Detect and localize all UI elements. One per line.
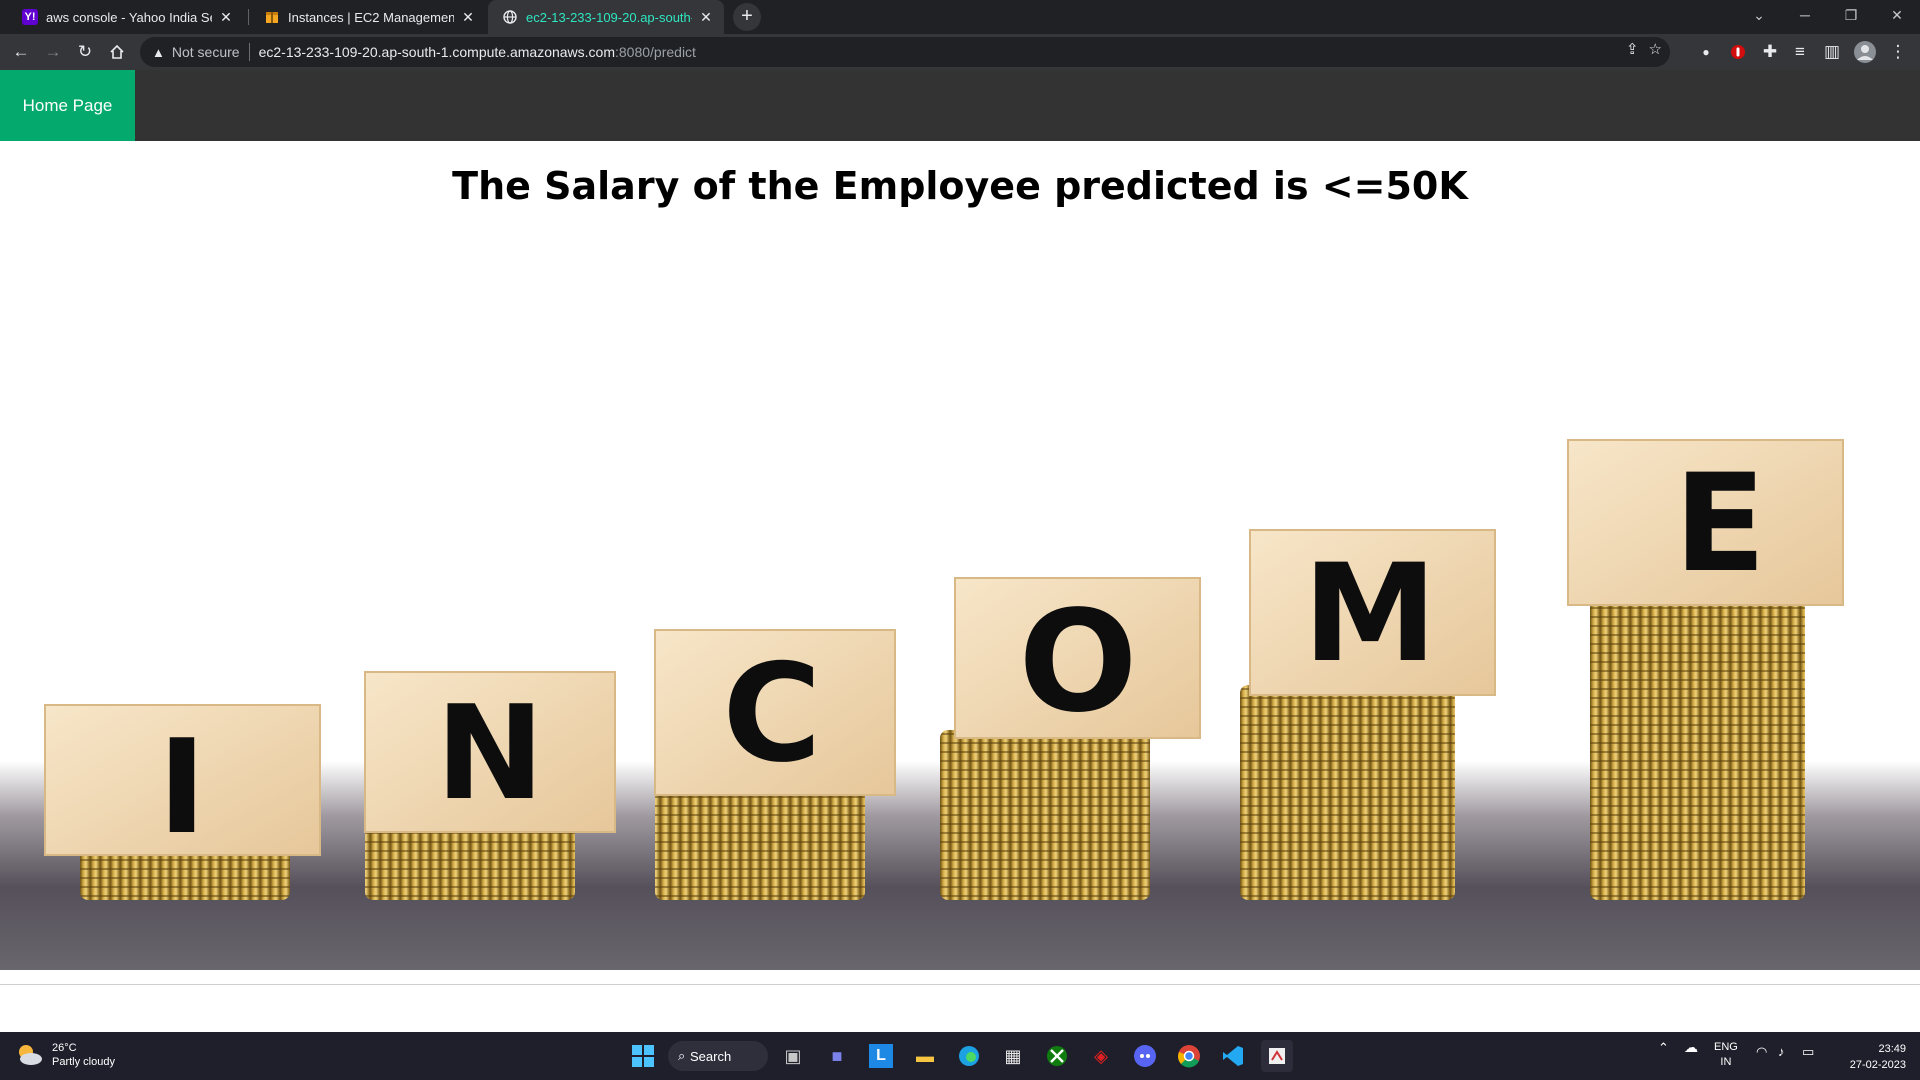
letter-block-i: I: [44, 704, 321, 863]
address-separator: [248, 43, 250, 61]
weather-desc: Partly cloudy: [52, 1056, 115, 1068]
close-tab-icon[interactable]: ✕: [218, 9, 234, 26]
battery-icon[interactable]: ▭: [1802, 1044, 1814, 1059]
profile-avatar[interactable]: [1853, 40, 1877, 64]
adblock-icon[interactable]: [1726, 40, 1750, 64]
tab-title: ec2-13-233-109-20.ap-south-1.compute.ama…: [526, 9, 692, 25]
browser-tab-strip: Y! aws console - Yahoo India Search ✕ In…: [0, 0, 1920, 34]
letter-block-m: M: [1249, 529, 1496, 696]
svg-text:E: E: [1674, 445, 1766, 602]
vscode-icon[interactable]: [1217, 1040, 1249, 1072]
edge-browser-icon[interactable]: [953, 1040, 985, 1072]
launcher-l-icon[interactable]: L: [865, 1040, 897, 1072]
letter-block-n: N: [364, 671, 616, 833]
extensions-puzzle-icon[interactable]: ✚: [1758, 40, 1782, 64]
tab-separator: [248, 9, 249, 25]
minimize-button[interactable]: ─: [1782, 0, 1828, 30]
windows-taskbar: 26°C Partly cloudy ⌕ Search ▣ ■ L ▬ ▦ ◈ …: [0, 1032, 1920, 1080]
weather-temp: 26°C: [52, 1042, 77, 1054]
back-icon[interactable]: ←: [9, 40, 33, 64]
search-icon: ⌕: [678, 1048, 686, 1063]
globe-icon: [502, 9, 518, 25]
url-path: :8080/predict: [615, 44, 696, 60]
forward-icon[interactable]: →: [41, 40, 65, 64]
region-code: IN: [1720, 1056, 1732, 1068]
weather-widget[interactable]: 26°C Partly cloudy: [14, 1040, 115, 1070]
address-bar-actions: ⇪ ☆: [1626, 40, 1662, 58]
reload-icon[interactable]: ↻: [73, 40, 97, 64]
discord-icon[interactable]: [1129, 1040, 1161, 1072]
tab-ec2-console[interactable]: Instances | EC2 Management Console ✕: [250, 0, 486, 34]
chrome-icon[interactable]: [1173, 1040, 1205, 1072]
volume-icon[interactable]: ♪: [1778, 1044, 1785, 1059]
aws-box-icon: [264, 9, 280, 25]
task-view-icon[interactable]: ▣: [777, 1040, 809, 1072]
onedrive-cloud-icon[interactable]: ☁: [1684, 1040, 1698, 1055]
search-label: Search: [690, 1048, 732, 1064]
menu-kebab-icon[interactable]: ⋮: [1886, 40, 1910, 64]
snipping-tool-icon[interactable]: [1261, 1040, 1293, 1072]
bookmark-star-icon[interactable]: ☆: [1649, 40, 1662, 58]
file-explorer-icon[interactable]: ▬: [909, 1040, 941, 1072]
language-indicator[interactable]: ENG IN: [1714, 1040, 1738, 1070]
tab-yahoo-search[interactable]: Y! aws console - Yahoo India Search ✕: [8, 0, 244, 34]
share-icon[interactable]: ⇪: [1626, 40, 1639, 58]
top-navbar: Home Page: [0, 70, 1920, 141]
taskbar-search[interactable]: ⌕ Search: [668, 1041, 768, 1071]
tab-title: aws console - Yahoo India Search: [46, 9, 212, 25]
tab-search-icon[interactable]: ⌄: [1736, 0, 1782, 30]
microsoft-store-icon[interactable]: ▦: [997, 1040, 1029, 1072]
new-tab-button[interactable]: +: [733, 3, 761, 31]
wifi-icon[interactable]: ◠: [1756, 1044, 1767, 1059]
partly-cloudy-icon: [14, 1040, 44, 1070]
url-host: ec2-13-233-109-20.ap-south-1.compute.ama…: [258, 44, 615, 60]
page-divider: [0, 984, 1920, 985]
language-code: ENG: [1714, 1041, 1738, 1053]
letter-block-o: O: [954, 577, 1201, 744]
yahoo-icon: Y!: [22, 9, 38, 25]
system-clock[interactable]: 23:49 27-02-2023: [1850, 1041, 1906, 1073]
teams-chat-icon[interactable]: ■: [821, 1040, 853, 1072]
restore-button[interactable]: ❐: [1828, 0, 1874, 30]
side-panel-icon[interactable]: ▥: [1820, 40, 1844, 64]
svg-text:I: I: [158, 711, 206, 863]
windows-start-icon[interactable]: [627, 1040, 659, 1072]
letter-block-e: E: [1567, 439, 1844, 606]
extension-icon[interactable]: ●: [1694, 40, 1718, 64]
warning-icon: ▲: [152, 44, 165, 60]
nav-home-link[interactable]: Home Page: [0, 70, 135, 141]
prediction-result-heading: The Salary of the Employee predicted is …: [452, 164, 1468, 208]
svg-text:O: O: [1018, 581, 1137, 744]
svg-text:C: C: [722, 635, 821, 792]
clock-time: 23:49: [1878, 1043, 1906, 1055]
tab-prediction-page[interactable]: ec2-13-233-109-20.ap-south-1.compute.ama…: [488, 0, 724, 34]
svg-text:M: M: [1303, 535, 1437, 692]
tab-title: Instances | EC2 Management Console: [288, 9, 454, 25]
income-hero-image: I N C O M E: [0, 420, 1920, 970]
svg-text:N: N: [436, 677, 545, 829]
reading-list-icon[interactable]: ≡: [1788, 40, 1812, 64]
mcafee-icon[interactable]: ◈: [1085, 1040, 1117, 1072]
xbox-icon[interactable]: [1041, 1040, 1073, 1072]
close-tab-icon[interactable]: ✕: [460, 9, 476, 26]
home-icon[interactable]: [105, 40, 129, 64]
close-tab-icon[interactable]: ✕: [698, 9, 714, 26]
security-status[interactable]: Not secure: [172, 44, 240, 60]
clock-date: 27-02-2023: [1849, 1059, 1906, 1071]
show-hidden-icons[interactable]: ⌃: [1658, 1040, 1669, 1055]
close-window-button[interactable]: ✕: [1874, 0, 1920, 30]
browser-toolbar: ← → ↻ ▲ Not secure ec2-13-233-109-20.ap-…: [0, 34, 1920, 70]
address-bar[interactable]: ▲ Not secure ec2-13-233-109-20.ap-south-…: [140, 37, 1670, 67]
letter-block-c: C: [654, 629, 896, 796]
